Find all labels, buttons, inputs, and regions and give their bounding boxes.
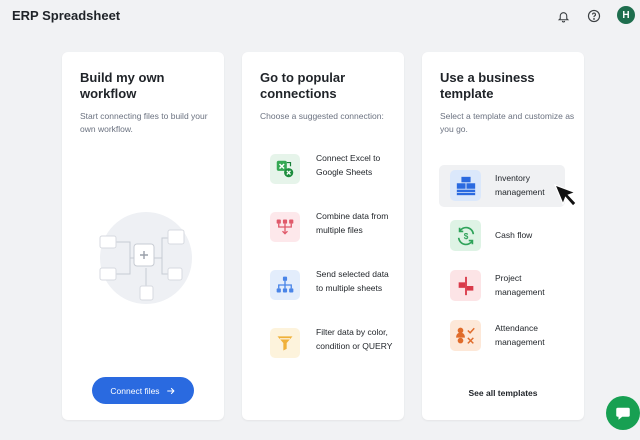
- arrow-right-icon: [166, 386, 176, 396]
- connection-item-label: Filter data by color, condition or QUERY: [316, 327, 393, 351]
- chat-button[interactable]: [606, 396, 640, 430]
- workflow-illustration: [96, 208, 196, 308]
- template-item-attendance[interactable]: Attendance management: [439, 315, 565, 357]
- bell-icon[interactable]: [555, 8, 571, 24]
- connections-card-subtitle: Choose a suggested connection:: [260, 111, 384, 121]
- inventory-icon: [450, 170, 481, 201]
- app-title: ERP Spreadsheet: [12, 8, 121, 23]
- template-item-project[interactable]: Project management: [439, 265, 565, 307]
- help-icon[interactable]: [586, 8, 602, 24]
- workflow-card-title: Build my own workflow: [80, 70, 165, 101]
- template-item-label: Cash flow: [495, 230, 533, 240]
- template-item-label: Attendance management: [495, 323, 545, 347]
- connections-card: Go to popular connections Choose a sugge…: [242, 52, 404, 420]
- connection-item-label: Send selected data to multiple sheets: [316, 269, 389, 293]
- connection-item-label: Connect Excel to Google Sheets: [316, 153, 381, 177]
- chat-icon: [614, 404, 632, 422]
- excel-sheets-icon: [270, 154, 300, 184]
- templates-card-subtitle: Select a template and customize as you g…: [440, 111, 575, 134]
- templates-card: Use a business template Select a templat…: [422, 52, 584, 420]
- connection-item-send-data[interactable]: Send selected data to multiple sheets: [270, 268, 398, 314]
- split-icon: [270, 270, 300, 300]
- template-item-cash-flow[interactable]: $ Cash flow: [439, 215, 565, 257]
- connection-item-excel-to-sheets[interactable]: Connect Excel to Google Sheets: [270, 152, 398, 198]
- template-item-inventory[interactable]: Inventory management: [439, 165, 565, 207]
- template-item-label: Project management: [495, 273, 545, 297]
- attendance-icon: [450, 320, 481, 351]
- connection-item-filter-data[interactable]: Filter data by color, condition or QUERY: [270, 326, 398, 372]
- connections-card-title: Go to popular connections: [260, 70, 346, 101]
- svg-text:$: $: [463, 232, 468, 241]
- top-bar: ERP Spreadsheet H: [0, 0, 640, 32]
- connection-item-combine-data[interactable]: Combine data from multiple files: [270, 210, 398, 256]
- avatar[interactable]: H: [617, 6, 635, 24]
- templates-card-title: Use a business template: [440, 70, 535, 101]
- merge-icon: [270, 212, 300, 242]
- connect-files-label: Connect files: [110, 385, 160, 396]
- mouse-pointer-icon: [552, 182, 582, 212]
- cash-flow-icon: $: [450, 220, 481, 251]
- workflow-card: Build my own workflow Start connecting f…: [62, 52, 224, 420]
- workflow-card-subtitle: Start connecting files to build your own…: [80, 111, 208, 134]
- connection-item-label: Combine data from multiple files: [316, 211, 389, 235]
- filter-icon: [270, 328, 300, 358]
- connect-files-button[interactable]: Connect files: [92, 377, 194, 404]
- see-all-templates-link[interactable]: See all templates: [422, 388, 584, 398]
- project-icon: [450, 270, 481, 301]
